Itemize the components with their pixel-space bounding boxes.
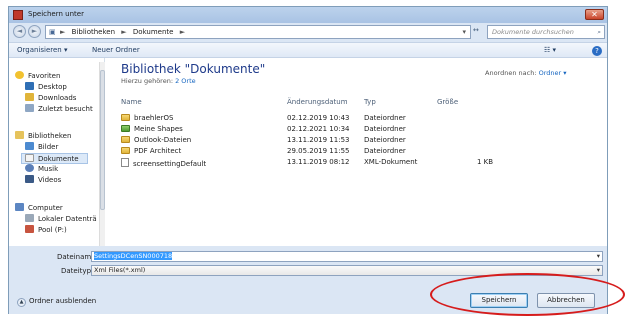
xml-file-icon	[121, 158, 129, 167]
nav-downloads[interactable]: Downloads	[25, 93, 76, 102]
dialog-frame: ◄ ► ▣ ► Bibliotheken ► Dokumente ► ▾ ↔ D…	[8, 23, 608, 314]
forward-button[interactable]: ►	[28, 25, 41, 38]
collapse-icon: ▲	[17, 298, 26, 307]
videos-icon	[25, 175, 34, 183]
chevron-down-icon[interactable]: ▾	[597, 266, 600, 275]
documents-icon	[25, 154, 34, 162]
column-header-type[interactable]: Typ	[364, 98, 376, 106]
organize-button[interactable]: Organisieren ▾	[17, 46, 67, 54]
title-bar: Speichern unter ✕	[8, 6, 608, 23]
filename-input[interactable]: SettingsDCenSN000718 ▾	[91, 251, 603, 262]
network-drive-icon	[25, 225, 34, 233]
chevron-right-icon: ►	[121, 28, 127, 36]
navigation-bar: ◄ ► ▣ ► Bibliotheken ► Dokumente ► ▾ ↔ D…	[9, 23, 607, 41]
nav-dokumente[interactable]: Dokumente	[21, 153, 88, 164]
view-options-icon[interactable]: ☷ ▾	[544, 46, 556, 54]
folder-icon: ▣	[49, 28, 56, 36]
column-header-date[interactable]: Änderungsdatum	[287, 98, 348, 106]
library-subtitle: Hierzu gehören: 2 Orte	[121, 77, 196, 85]
hide-folders-toggle[interactable]: ▲ Ordner ausblenden	[17, 297, 96, 307]
nav-videos[interactable]: Videos	[25, 175, 61, 184]
disk-icon	[25, 214, 34, 222]
chevron-down-icon[interactable]: ▾	[597, 252, 600, 261]
refresh-icon[interactable]: ↔	[473, 26, 479, 34]
search-input[interactable]: Dokumente durchsuchen ⌕	[487, 25, 605, 39]
star-icon	[15, 71, 24, 79]
chevron-right-icon: ►	[179, 28, 186, 36]
search-placeholder: Dokumente durchsuchen	[492, 28, 574, 36]
back-button[interactable]: ◄	[13, 25, 26, 38]
table-row[interactable]: screensettingDefault 13.11.2019 08:12 XM…	[121, 158, 597, 169]
downloads-icon	[25, 93, 34, 101]
desktop-icon	[25, 82, 34, 90]
sidebar-scrollbar[interactable]	[99, 62, 105, 246]
nav-libraries[interactable]: Bibliotheken	[15, 131, 71, 140]
table-row[interactable]: PDF Architect 29.05.2019 11:55 Dateiordn…	[121, 147, 597, 158]
filetype-label: Dateityp:	[61, 267, 94, 275]
close-button[interactable]: ✕	[585, 9, 604, 20]
breadcrumb-bibliotheken[interactable]: Bibliotheken	[72, 26, 115, 38]
table-row[interactable]: braehlerOS 02.12.2019 10:43 Dateiordner	[121, 114, 597, 125]
filename-value: SettingsDCenSN000718	[94, 252, 173, 260]
breadcrumb-dokumente[interactable]: Dokumente	[133, 26, 174, 38]
table-row[interactable]: Outlook-Dateien 13.11.2019 11:53 Dateior…	[121, 136, 597, 147]
computer-icon	[15, 203, 24, 211]
nav-pool[interactable]: Pool (P:)	[25, 225, 67, 234]
recent-places-icon	[25, 104, 34, 112]
arrange-dropdown[interactable]: Ordner ▾	[539, 69, 567, 77]
arrange-by[interactable]: Anordnen nach: Ordner ▾	[485, 69, 567, 77]
library-title: Bibliothek "Dokumente"	[121, 62, 266, 76]
app-icon	[13, 10, 23, 20]
nav-local-disk[interactable]: Lokaler Datenträ	[25, 214, 97, 223]
address-bar[interactable]: ▣ ► Bibliotheken ► Dokumente ► ▾	[45, 25, 471, 39]
nav-bilder[interactable]: Bilder	[25, 142, 58, 151]
filetype-value: Xml Files(*.xml)	[94, 266, 146, 274]
toolbar: Organisieren ▾ Neuer Ordner ☷ ▾ ?	[9, 42, 607, 58]
nav-musik[interactable]: Musik	[25, 164, 58, 173]
chevron-right-icon: ►	[60, 28, 66, 36]
scrollbar-thumb[interactable]	[100, 70, 105, 210]
address-dropdown-icon[interactable]: ▾	[462, 26, 466, 38]
new-folder-button[interactable]: Neuer Ordner	[92, 46, 140, 54]
nav-desktop[interactable]: Desktop	[25, 82, 67, 91]
pictures-icon	[25, 142, 34, 150]
locations-link[interactable]: 2 Orte	[175, 77, 196, 85]
folder-icon	[121, 136, 130, 143]
nav-recent[interactable]: Zuletzt besucht	[25, 104, 93, 113]
highlight-annotation	[430, 273, 625, 316]
libraries-icon	[15, 131, 24, 139]
folder-icon	[121, 147, 130, 154]
column-header-name[interactable]: Name	[121, 98, 142, 106]
folder-icon	[121, 114, 130, 121]
window-title: Speichern unter	[28, 10, 84, 18]
navigation-pane: Favoriten Desktop Downloads Zuletzt besu…	[9, 58, 105, 246]
nav-favorites[interactable]: Favoriten	[15, 71, 60, 80]
music-icon	[25, 164, 34, 172]
content-area: Favoriten Desktop Downloads Zuletzt besu…	[9, 58, 607, 246]
column-header-size[interactable]: Größe	[437, 98, 458, 106]
nav-computer[interactable]: Computer	[15, 203, 63, 212]
search-icon[interactable]: ⌕	[597, 26, 601, 38]
shapes-folder-icon	[121, 125, 130, 132]
table-row[interactable]: Meine Shapes 02.12.2021 10:34 Dateiordne…	[121, 125, 597, 136]
help-icon[interactable]: ?	[592, 46, 602, 56]
